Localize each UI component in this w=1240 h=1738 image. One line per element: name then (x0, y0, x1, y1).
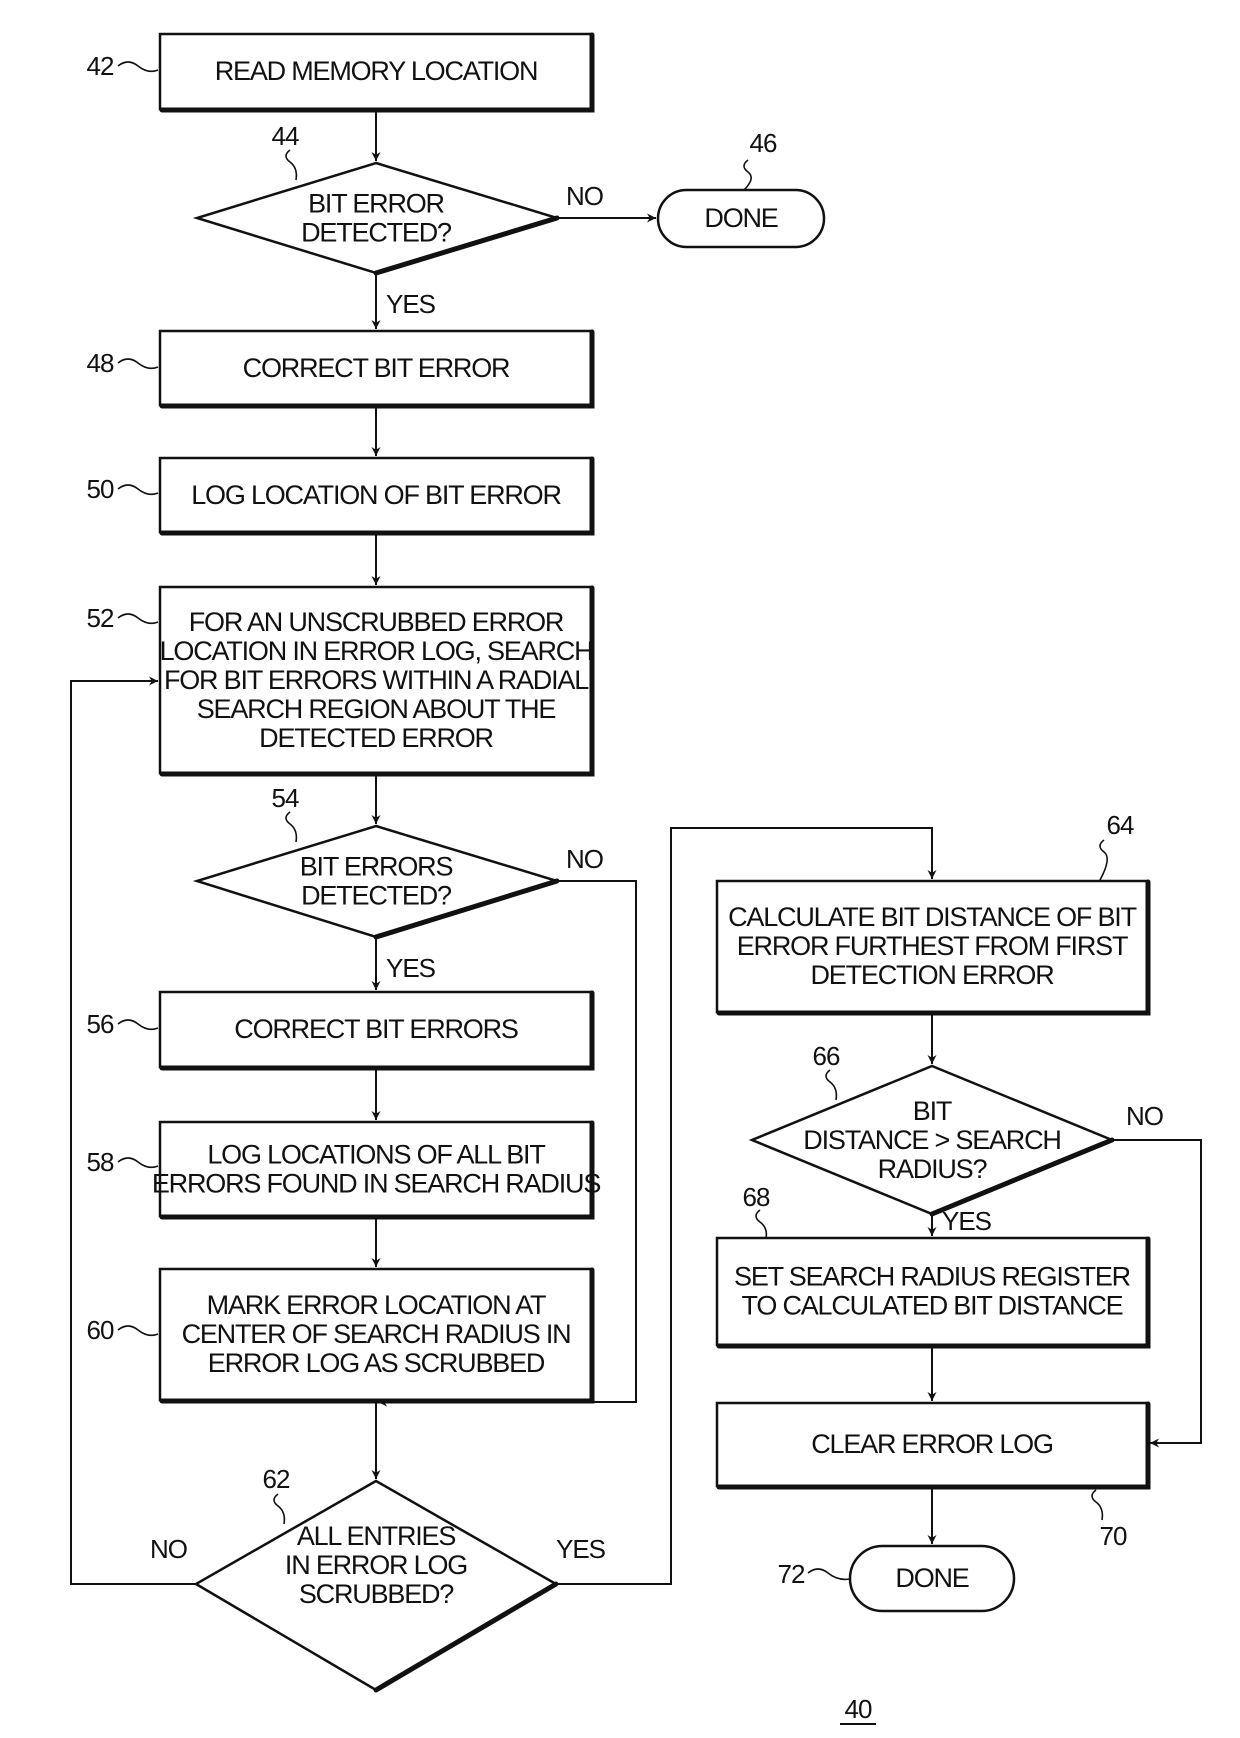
label-54-no: NO (566, 844, 603, 874)
node-text-line: CORRECT BIT ERRORS (234, 1014, 518, 1044)
label-66-yes: YES (942, 1206, 992, 1236)
ref-68: 68 (743, 1182, 770, 1212)
node-text-line: DISTANCE > SEARCH (803, 1125, 1060, 1155)
leader-46 (743, 159, 752, 191)
node-text-line: SET SEARCH RADIUS REGISTER (734, 1262, 1131, 1292)
ref-56: 56 (87, 1009, 114, 1039)
leader-60 (117, 1325, 159, 1337)
leader-66 (825, 1069, 838, 1101)
node-text-line: ERRORS FOUND IN SEARCH RADIUS (152, 1169, 600, 1199)
text-44: BIT ERROR DETECTED? (301, 189, 452, 248)
node-text-line: DETECTED? (301, 881, 452, 911)
node-text-line: FOR AN UNSCRUBBED ERROR (189, 607, 564, 637)
text-68: SET SEARCH RADIUS REGISTER TO CALCULATED … (734, 1262, 1131, 1321)
node-text-line: LOG LOCATIONS OF ALL BIT (207, 1140, 545, 1170)
leader-56 (117, 1019, 159, 1031)
node-text-line: CORRECT BIT ERROR (243, 353, 510, 383)
ref-62: 62 (263, 1464, 290, 1494)
node-text-line: MARK ERROR LOCATION AT (207, 1290, 546, 1320)
figure-number: 40 (845, 1694, 872, 1724)
node-text-line: LOCATION IN ERROR LOG, SEARCH (160, 636, 593, 666)
node-text-line: ERROR LOG AS SCRUBBED (208, 1348, 545, 1378)
text-54: BIT ERRORS DETECTED? (300, 852, 453, 911)
node-text-line: DETECTION ERROR (810, 960, 1054, 990)
ref-42: 42 (87, 51, 114, 81)
node-text-line: IN ERROR LOG (285, 1550, 467, 1580)
node-text-line: BIT ERRORS (300, 852, 453, 882)
ref-66: 66 (813, 1041, 840, 1071)
leader-58 (117, 1157, 159, 1169)
ref-70: 70 (1100, 1521, 1127, 1551)
node-text-line: BIT ERROR (308, 189, 444, 219)
ref-72: 72 (778, 1559, 805, 1589)
leader-52 (117, 613, 159, 625)
text-58: LOG LOCATIONS OF ALL BIT ERRORS FOUND IN … (152, 1140, 600, 1199)
node-text-line: SEARCH REGION ABOUT THE (197, 694, 556, 724)
text-72: DONE (895, 1563, 968, 1593)
leader-42 (117, 61, 159, 73)
text-42: READ MEMORY LOCATION (215, 56, 538, 86)
ref-58: 58 (87, 1147, 114, 1177)
label-62-no: NO (150, 1534, 187, 1564)
leader-50 (117, 484, 159, 496)
label-66-no: NO (1126, 1101, 1163, 1131)
text-62: ALL ENTRIES IN ERROR LOG SCRUBBED? (285, 1521, 467, 1609)
text-46: DONE (704, 203, 777, 233)
ref-46: 46 (750, 128, 777, 158)
leader-68 (755, 1209, 768, 1239)
node-text-line: CALCULATE BIT DISTANCE OF BIT (728, 902, 1136, 932)
ref-48: 48 (87, 348, 114, 378)
ref-54: 54 (272, 783, 299, 813)
text-50: LOG LOCATION OF BIT ERROR (191, 480, 561, 510)
node-text-line: DONE (704, 203, 777, 233)
leader-70 (1091, 1489, 1104, 1521)
leader-62 (273, 1493, 286, 1525)
leader-64 (1099, 839, 1108, 881)
leader-44 (285, 149, 298, 181)
flowchart: 42 44 46 48 50 52 54 56 58 60 62 64 66 6… (70, 32, 1202, 1725)
leader-54 (285, 811, 298, 843)
node-text-line: ALL ENTRIES (297, 1521, 456, 1551)
node-text-line: CLEAR ERROR LOG (811, 1429, 1053, 1459)
leader-48 (117, 358, 159, 370)
ref-64: 64 (1107, 810, 1134, 840)
text-60: MARK ERROR LOCATION AT CENTER OF SEARCH R… (182, 1290, 571, 1378)
text-70: CLEAR ERROR LOG (811, 1429, 1053, 1459)
label-44-no: NO (566, 181, 603, 211)
ref-50: 50 (87, 474, 114, 504)
text-48: CORRECT BIT ERROR (243, 353, 510, 383)
node-text-line: DETECTED? (301, 218, 452, 248)
label-44-yes: YES (386, 289, 436, 319)
node-text-line: RADIUS? (878, 1154, 988, 1184)
node-text-line: READ MEMORY LOCATION (215, 56, 538, 86)
node-text-line: SCRUBBED? (299, 1579, 454, 1609)
node-text-line: LOG LOCATION OF BIT ERROR (191, 480, 561, 510)
node-text-line: TO CALCULATED BIT DISTANCE (742, 1291, 1123, 1321)
node-text-line: DETECTED ERROR (259, 723, 493, 753)
text-56: CORRECT BIT ERRORS (234, 1014, 518, 1044)
ref-52: 52 (87, 603, 114, 633)
label-54-yes: YES (386, 953, 436, 983)
node-text-line: ERROR FURTHEST FROM FIRST (737, 931, 1128, 961)
leader-72 (807, 1568, 851, 1581)
node-text-line: BIT (913, 1096, 952, 1126)
label-62-yes: YES (556, 1534, 606, 1564)
node-text-line: DONE (895, 1563, 968, 1593)
ref-44: 44 (272, 121, 299, 151)
ref-60: 60 (87, 1315, 114, 1345)
node-text-line: FOR BIT ERRORS WITHIN A RADIAL (164, 665, 589, 695)
node-text-line: CENTER OF SEARCH RADIUS IN (182, 1319, 571, 1349)
